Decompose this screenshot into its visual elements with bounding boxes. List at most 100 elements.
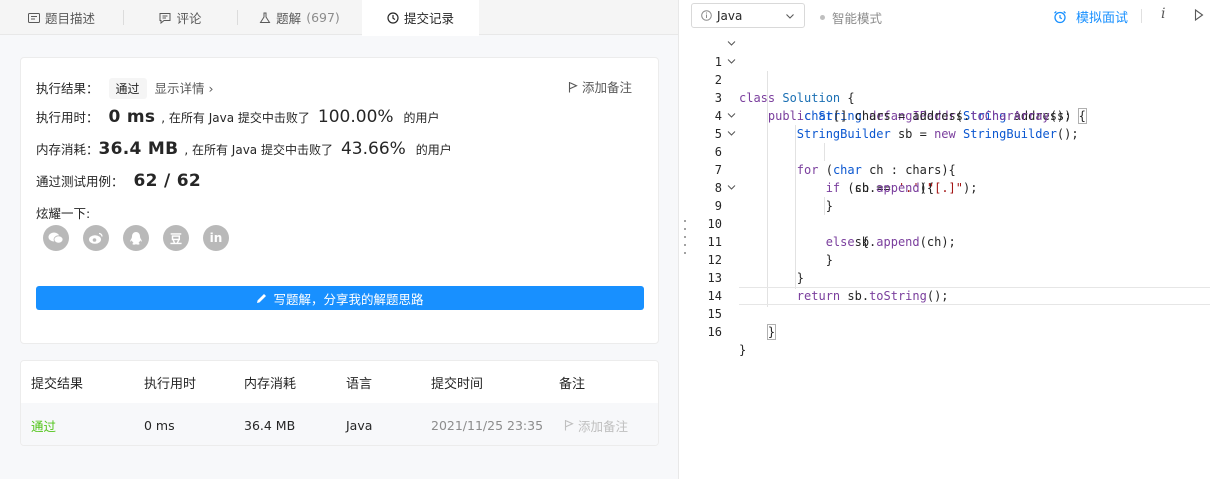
runtime-row: 执行用时： 0 ms , 在所有 Java 提交中击败了 100.00% 的用户 (36, 107, 440, 127)
show-details-label: 显示详情 (154, 81, 205, 96)
tests-value: 62 / 62 (133, 171, 201, 191)
result-row: 执行结果： 通过 显示详情 › (36, 78, 214, 99)
code-line: 7 sb.append("[.]"); (691, 143, 1210, 195)
row-time: 2021/11/25 23:35 (431, 417, 544, 433)
code-pane: Java 智能模式 模拟面试 i 1 class Solution { 2 pu… (691, 0, 1210, 479)
code-line: 16 } (691, 305, 1210, 357)
smart-mode-toggle[interactable]: 智能模式 (820, 8, 882, 27)
comment-icon (159, 12, 171, 24)
row-result[interactable]: 通过 (31, 403, 56, 445)
info-circle-icon (701, 10, 712, 21)
tests-label: 通过测试用例： (36, 174, 124, 189)
code-line: 3 char[] chars = address.toCharArray(); (691, 71, 1210, 123)
tab-submissions[interactable]: 提交记录 (362, 0, 479, 36)
code-line: 11 } (691, 215, 1210, 267)
tab-label: 评论 (176, 11, 202, 26)
description-icon (27, 12, 40, 23)
line-number: 16 (707, 325, 722, 339)
fold-chevron-icon[interactable] (727, 40, 736, 47)
chevron-right-icon: › (208, 81, 214, 96)
play-icon[interactable] (1194, 9, 1204, 21)
tab-description[interactable]: 题目描述 (0, 0, 123, 35)
table-row[interactable]: 通过 0 ms 36.4 MB Java 2021/11/25 23:35 添加… (21, 403, 658, 445)
language-select[interactable]: Java (691, 3, 805, 28)
memory-label: 内存消耗： (36, 142, 99, 157)
memory-text: , 在所有 Java 提交中击败了 (184, 143, 333, 157)
info-icon[interactable]: i (1161, 6, 1165, 22)
tab-bar: 题目描述 评论 题解 (697) 提交记录 (0, 0, 678, 36)
left-pane: 题目描述 评论 题解 (697) 提交记录 执行结果： 通过 显示详情 › 添加… (0, 0, 678, 479)
memory-row: 内存消耗： 36.4 MB , 在所有 Java 提交中击败了 43.66% 的… (36, 139, 452, 159)
write-solution-button[interactable]: 写题解，分享我的解题思路 (36, 286, 644, 310)
linkedin-icon[interactable]: in (203, 225, 229, 251)
memory-percentile: 43.66% (340, 139, 406, 159)
fold-chevron-icon[interactable] (727, 112, 736, 119)
fold-chevron-icon[interactable] (727, 58, 736, 65)
code-line: 12 } (691, 233, 1210, 285)
header-time: 提交时间 (431, 376, 484, 392)
tab-solutions[interactable]: 题解 (697) (238, 0, 361, 35)
runtime-percentile: 100.00% (317, 107, 394, 127)
header-result: 提交结果 (31, 376, 84, 392)
solution-count: (697) (306, 10, 340, 25)
code-line: 8 } (691, 161, 1210, 213)
memory-suffix: 的用户 (415, 143, 452, 157)
mock-interview-label: 模拟面试 (1076, 11, 1129, 26)
mock-interview-button[interactable]: 模拟面试 (1053, 7, 1128, 26)
code-line: 1 class Solution { (691, 35, 1210, 105)
qq-icon[interactable] (123, 225, 149, 251)
header-runtime: 执行用时 (144, 376, 197, 392)
header-memory: 内存消耗 (244, 376, 297, 392)
tab-comments[interactable]: 评论 (124, 0, 237, 35)
smart-mode-label: 智能模式 (832, 11, 883, 26)
drag-handle-icon[interactable] (684, 217, 686, 257)
tab-label: 提交记录 (403, 11, 454, 26)
row-add-note-button[interactable]: 添加备注 (564, 403, 629, 445)
pane-splitter[interactable] (678, 0, 691, 479)
code-line: 5 for (char ch : chars){ (691, 107, 1210, 177)
editor-toolbar: Java 智能模式 模拟面试 i (691, 0, 1210, 32)
code-line: 14 (691, 269, 1210, 303)
code-editor[interactable]: 1 class Solution { 2 public String defan… (691, 35, 1210, 479)
row-add-note-label: 添加备注 (578, 418, 629, 434)
memory-value: 36.4 MB (98, 139, 179, 159)
submissions-table: 提交结果 执行用时 内存消耗 语言 提交时间 备注 通过 0 ms 36.4 M… (20, 360, 659, 446)
runtime-text: , 在所有 Java 提交中击败了 (161, 111, 310, 125)
result-label: 执行结果： (36, 81, 99, 96)
add-note-label: 添加备注 (581, 80, 632, 95)
clock-icon (387, 11, 399, 24)
status-dot (820, 15, 825, 20)
code-line: 10 sb.append(ch); (691, 197, 1210, 249)
weibo-icon[interactable] (83, 225, 109, 251)
fold-chevron-icon[interactable] (727, 130, 736, 137)
runtime-suffix: 的用户 (403, 111, 440, 125)
code-line: 15 } (691, 287, 1210, 340)
language-value: Java (717, 8, 743, 23)
share-label: 炫耀一下: (36, 206, 91, 221)
pencil-icon (257, 293, 267, 303)
chevron-down-icon (786, 14, 794, 19)
flask-icon (259, 12, 271, 23)
table-header: 提交结果 执行用时 内存消耗 语言 提交时间 备注 (21, 361, 658, 403)
code-text: } (739, 343, 747, 357)
row-memory: 36.4 MB (244, 417, 296, 433)
alarm-clock-icon (1054, 10, 1066, 23)
result-card: 执行结果： 通过 显示详情 › 添加备注 执行用时： 0 ms , 在所有 Ja… (20, 57, 659, 344)
add-note-button[interactable]: 添加备注 (568, 77, 632, 96)
status-badge: 通过 (108, 78, 147, 99)
runtime-label: 执行用时： (36, 110, 99, 125)
douban-icon[interactable]: 豆 (163, 225, 189, 251)
show-details-link[interactable]: 显示详情 › (155, 78, 214, 97)
tests-row: 通过测试用例： 62 / 62 (36, 171, 207, 191)
row-runtime: 0 ms (144, 417, 175, 433)
wechat-icon[interactable] (43, 225, 69, 251)
code-line: 4 StringBuilder sb = new StringBuilder()… (691, 89, 1210, 141)
tab-label: 题解 (276, 11, 302, 26)
flag-icon (568, 81, 578, 92)
flag-icon (564, 419, 574, 431)
fold-chevron-icon[interactable] (727, 184, 736, 191)
code-line: 13 return sb.toString(); (691, 251, 1210, 303)
code-text: } (766, 324, 777, 340)
code-line: 9 else { (691, 179, 1210, 249)
header-language: 语言 (346, 376, 373, 392)
